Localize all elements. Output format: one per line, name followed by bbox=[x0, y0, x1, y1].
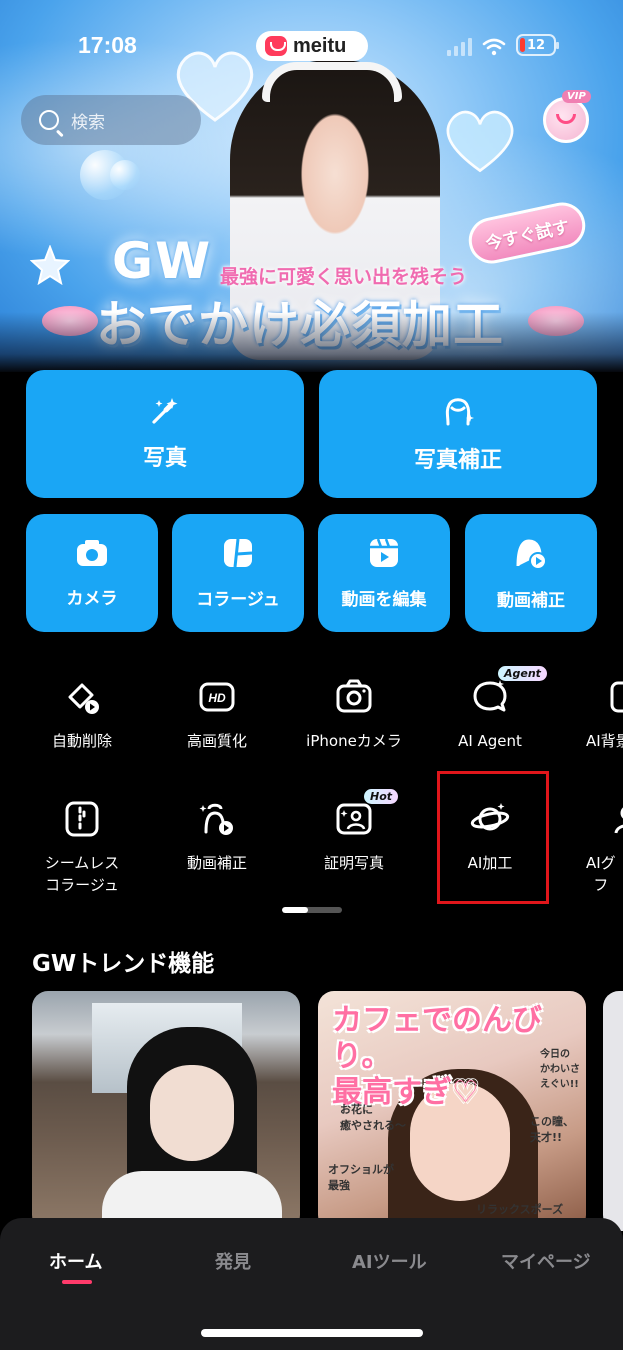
star-decoration bbox=[30, 245, 70, 285]
tile-camera[interactable]: カメラ bbox=[26, 514, 158, 632]
tool-ai-agent[interactable]: AI Agent Agent bbox=[424, 666, 556, 753]
headband-decoration bbox=[262, 62, 402, 102]
tool-ai-background-label: AI背景 bbox=[586, 732, 623, 750]
cafe-card-note: 今日の かわいさ えぐい!! bbox=[540, 1049, 580, 1090]
page-indicator-active bbox=[282, 907, 308, 913]
hd-icon: HD bbox=[199, 682, 235, 712]
bubble-decoration bbox=[110, 160, 140, 190]
tile-collage-label: コラージュ bbox=[196, 589, 280, 610]
tile-photo-label: 写真 bbox=[142, 446, 187, 471]
svg-text:HD: HD bbox=[208, 691, 226, 705]
tool-ai-background[interactable]: AI背景 bbox=[560, 677, 623, 753]
heart-decoration bbox=[446, 110, 514, 173]
tile-photo-retouch-label: 写真補正 bbox=[413, 448, 502, 473]
magic-wand-icon bbox=[152, 398, 178, 424]
tile-photo[interactable]: 写真 bbox=[26, 370, 304, 498]
tile-video-retouch-label: 動画補正 bbox=[497, 590, 565, 611]
cellular-signal-icon bbox=[447, 38, 472, 56]
tab-home[interactable]: ホーム bbox=[49, 1248, 102, 1274]
video-retouch-icon bbox=[199, 803, 233, 835]
tool-seamless-collage[interactable]: シームレス コラージュ bbox=[16, 799, 148, 897]
trend-card-next[interactable] bbox=[603, 991, 623, 1231]
tile-camera-label: カメラ bbox=[66, 588, 118, 609]
vip-tag: VIP bbox=[562, 90, 591, 103]
cafe-card-note: リラックスポーズ bbox=[476, 1203, 564, 1216]
video-face-icon bbox=[516, 538, 547, 570]
hot-tag: Hot bbox=[364, 789, 399, 804]
ai-group-icon bbox=[614, 807, 623, 834]
tile-video-retouch[interactable]: 動画補正 bbox=[465, 514, 597, 632]
tool-iphone-camera[interactable]: iPhoneカメラ bbox=[288, 677, 420, 753]
cafe-card-note: オフショルが 最強 bbox=[328, 1163, 394, 1192]
cafe-card-note: この瞳、 天才!! bbox=[530, 1115, 574, 1144]
tab-ai-tools[interactable]: AIツール bbox=[352, 1248, 427, 1274]
tab-home-underline bbox=[62, 1280, 92, 1284]
banner-title-gw: GW bbox=[112, 232, 213, 290]
tile-photo-retouch[interactable]: 写真補正 bbox=[319, 370, 597, 498]
trend-card-anime[interactable] bbox=[32, 991, 300, 1231]
meitu-logo-text: meitu bbox=[293, 34, 347, 57]
ai-background-icon bbox=[610, 681, 623, 713]
status-time: 17:08 bbox=[78, 32, 137, 58]
tab-my-page[interactable]: マイページ bbox=[501, 1248, 591, 1274]
wifi-icon bbox=[482, 38, 506, 56]
meitu-logo: meitu bbox=[256, 31, 368, 61]
eraser-icon bbox=[68, 683, 99, 714]
tile-video-edit-label: 動画を編集 bbox=[341, 589, 427, 610]
meitu-logo-icon bbox=[265, 36, 287, 56]
anime-girl-face bbox=[150, 1065, 234, 1161]
tile-video-edit[interactable]: 動画を編集 bbox=[318, 514, 450, 632]
camera-icon bbox=[77, 539, 107, 566]
tab-discover[interactable]: 発見 bbox=[215, 1248, 251, 1274]
face-outline-icon bbox=[445, 398, 474, 426]
hero-fade bbox=[0, 312, 623, 372]
tool-ai-agent-label: AI Agent bbox=[458, 732, 522, 750]
iphone-camera-icon bbox=[336, 679, 372, 713]
tile-collage[interactable]: コラージュ bbox=[172, 514, 304, 632]
tool-video-retouch[interactable]: 動画補正 bbox=[151, 799, 283, 875]
home-indicator bbox=[201, 1329, 423, 1337]
battery-level: 12 bbox=[526, 37, 546, 53]
trend-card-cafe[interactable]: カフェでのんびり。 最高すぎ♡ お花に 癒やされる〜 オフショルが 最強 今日の… bbox=[318, 991, 586, 1231]
tool-id-photo[interactable]: 証明写真 Hot bbox=[288, 789, 420, 875]
tool-auto-erase-label: 自動削除 bbox=[51, 732, 112, 750]
chat-bubble-icon bbox=[473, 680, 507, 712]
tool-video-retouch-label: 動画補正 bbox=[186, 854, 247, 872]
cafe-card-note: お花に 癒やされる〜 bbox=[340, 1103, 406, 1132]
tool-id-photo-label: 証明写真 bbox=[323, 854, 384, 872]
video-edit-icon bbox=[370, 538, 398, 567]
tool-ai-group[interactable]: AIグ フ bbox=[560, 799, 623, 897]
section-title: GWトレンド機能 bbox=[32, 951, 215, 977]
agent-tag: Agent bbox=[498, 666, 547, 681]
tool-iphone-camera-label: iPhoneカメラ bbox=[306, 732, 402, 750]
collage-icon bbox=[224, 538, 253, 567]
battery-icon: 12 bbox=[516, 34, 559, 56]
highlight-box bbox=[437, 771, 549, 904]
status-icons: 12 bbox=[447, 34, 559, 56]
try-now-button[interactable]: 今すぐ試す bbox=[464, 198, 590, 268]
search-bar[interactable]: 検索 bbox=[21, 95, 201, 145]
id-photo-icon bbox=[336, 803, 372, 835]
tool-seamless-collage-label: シームレス コラージュ bbox=[44, 854, 120, 894]
tool-ai-group-label: AIグ フ bbox=[586, 854, 616, 894]
tool-upscale-label: 高画質化 bbox=[186, 732, 247, 750]
search-icon bbox=[39, 110, 59, 130]
tool-upscale[interactable]: HD 高画質化 bbox=[151, 677, 283, 753]
search-placeholder: 検索 bbox=[71, 112, 105, 133]
seamless-collage-icon bbox=[65, 801, 99, 837]
page-indicator bbox=[282, 907, 342, 913]
tool-auto-erase[interactable]: 自動削除 bbox=[16, 677, 148, 753]
